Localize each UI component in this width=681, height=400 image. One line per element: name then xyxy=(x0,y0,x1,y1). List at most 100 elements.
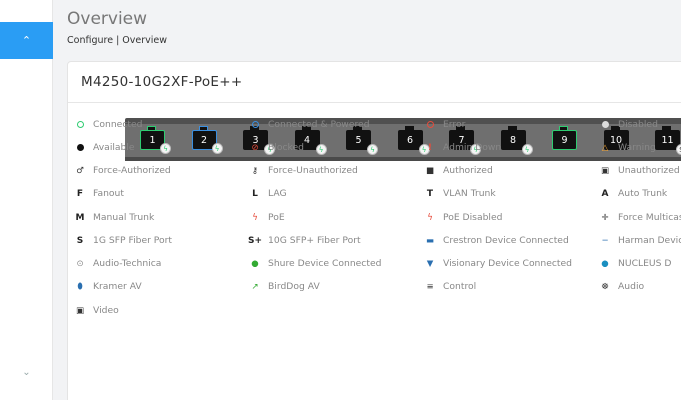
letter-s-icon: S xyxy=(76,235,84,246)
port-2[interactable]: 2ϟ xyxy=(191,126,223,154)
port-5[interactable]: 5ϟ xyxy=(346,126,378,155)
legend-item: L LAG xyxy=(250,188,287,199)
key-icon: ♂ xyxy=(76,165,84,176)
port-label: 1 xyxy=(149,134,156,146)
disabled-dot-icon xyxy=(600,120,610,130)
letter-t-icon: T xyxy=(426,188,434,199)
legend-item: ϟ PoE Disabled xyxy=(425,212,502,223)
sidebar-active-item[interactable]: ⌃ xyxy=(0,22,53,59)
sidebar: ⌃ ⌄ xyxy=(0,0,53,400)
legend-label: Authorized xyxy=(443,165,493,176)
legend-item: T VLAN Trunk xyxy=(425,188,496,199)
port-tab xyxy=(404,126,414,130)
port-label: 11 xyxy=(661,134,674,146)
legend-label: Connected xyxy=(93,119,143,130)
legend-item: ■ Authorized xyxy=(425,165,493,176)
visionary-icon: ▼ xyxy=(426,258,434,269)
poe-bolt-icon: ϟ xyxy=(252,212,258,223)
legend-label: Manual Trunk xyxy=(93,212,155,223)
port-tab xyxy=(147,126,156,130)
video-icon: ▣ xyxy=(75,305,85,316)
sliders-icon: ≡ xyxy=(426,281,434,292)
chevron-up-icon: ⌃ xyxy=(21,34,32,47)
legend-label: Available xyxy=(93,142,135,153)
legend-item: ≡ Control xyxy=(425,281,476,292)
port-tab xyxy=(662,126,671,130)
warning-icon: △ xyxy=(601,142,609,153)
poe-bolt-icon: ϟ xyxy=(315,144,327,155)
faceplate-top-strip xyxy=(125,118,681,124)
ring-green-icon xyxy=(75,120,85,130)
legend-item: ● Shure Device Connected xyxy=(250,258,381,269)
legend-label: Disabled xyxy=(618,119,658,130)
legend-item: S+ 10G SFP+ Fiber Port xyxy=(247,235,361,246)
legend-label: Video xyxy=(93,305,119,316)
port-1[interactable]: 1ϟ xyxy=(140,126,171,154)
legend-label: LAG xyxy=(268,188,287,199)
sidebar-bottom-item[interactable]: ⌄ xyxy=(0,360,53,384)
unlock-icon: ■ xyxy=(425,165,435,176)
legend-label: 10G SFP+ Fiber Port xyxy=(268,235,361,246)
port-6[interactable]: 6ϟ xyxy=(397,126,430,155)
poe-bolt-icon: ϟ xyxy=(367,144,378,155)
kramer-icon: ⬮ xyxy=(77,281,83,292)
legend-label: Kramer AV xyxy=(93,281,142,292)
key-slash-icon: ⚷ xyxy=(251,165,259,176)
legend-item: ! Admin Down xyxy=(425,142,501,153)
legend-label: Visionary Device Connected xyxy=(443,258,572,269)
exclamation-icon: ! xyxy=(428,142,432,153)
legend-item: ▣ Video xyxy=(75,305,119,316)
switch-faceplate: 1ϟ2ϟ3ϟ4ϟ5ϟ6ϟ7ϟ8ϟ91011S xyxy=(125,118,681,161)
poe-bolt-icon: ϟ xyxy=(160,143,171,154)
port-label: 5 xyxy=(355,134,362,146)
filled-dot-icon xyxy=(75,143,85,153)
port-tab xyxy=(507,126,517,130)
legend-label: Blocked xyxy=(268,142,305,153)
legend-item: ⊘ Blocked xyxy=(250,142,304,153)
legend-label: PoE Disabled xyxy=(443,212,503,223)
legend-label: Force-Authorized xyxy=(93,165,171,176)
legend-item: ▬ Crestron Device Connected xyxy=(425,235,569,246)
crestron-icon: ▬ xyxy=(425,235,435,246)
legend-item: A Auto Trunk xyxy=(600,188,668,199)
legend-label: Unauthorized xyxy=(618,165,680,176)
microphone-icon: ☸ xyxy=(601,281,609,292)
legend-item: Disabled xyxy=(600,119,658,130)
legend-item: ☸ Audio xyxy=(600,281,644,292)
legend-item: Error xyxy=(425,119,465,130)
harman-icon: ─ xyxy=(602,235,608,246)
legend-item: ϟ PoE xyxy=(250,212,285,223)
port-8[interactable]: 8ϟ xyxy=(500,126,533,155)
port-tab xyxy=(559,126,568,130)
poe-bolt-icon: ϟ xyxy=(521,144,533,155)
letter-splus-icon: S+ xyxy=(247,235,263,246)
blocked-icon: ⊘ xyxy=(251,142,259,153)
legend-item: ▣ Unauthorized xyxy=(600,165,680,176)
lock-icon: ▣ xyxy=(600,165,610,176)
legend-label: Force Multicast xyxy=(618,212,681,223)
legend-label: Force-Unauthorized xyxy=(268,165,358,176)
legend-label: Harman Device xyxy=(618,235,681,246)
chevron-down-icon: ⌄ xyxy=(22,366,31,378)
main-content: Overview Configure | Overview M4250-10G2… xyxy=(53,0,681,400)
device-card: M4250-10G2XF-PoE++ 1 ϟ 2 ϟ 3 ϟ 4 ϟ 5 ϟ 6 ϟ 7 ϟ 8 ϟ 9 10 11… xyxy=(67,61,681,400)
legend-item: ↗ BirdDog AV xyxy=(250,281,319,292)
legend-label: 1G SFP Fiber Port xyxy=(93,235,173,246)
legend-label: NUCLEUS D xyxy=(618,258,672,269)
legend-item: ─ Harman Device xyxy=(600,235,681,246)
legend-item: F Fanout xyxy=(75,188,124,199)
port-9[interactable]: 9 xyxy=(552,126,577,150)
sfp-badge: S xyxy=(676,144,681,155)
legend-label: Audio-Technica xyxy=(93,258,162,269)
birddog-icon: ↗ xyxy=(251,281,259,292)
page-title: Overview xyxy=(67,9,148,29)
audio-technica-icon: ⊙ xyxy=(76,258,84,269)
breadcrumb[interactable]: Configure | Overview xyxy=(67,35,167,46)
poe-bolt-icon: ϟ xyxy=(211,143,223,154)
letter-m-icon: M xyxy=(75,212,85,223)
legend-item: ✛ Force Multicast xyxy=(600,212,681,223)
legend-item: Available xyxy=(75,142,135,153)
port-11[interactable]: 11S xyxy=(655,126,681,155)
legend-label: PoE xyxy=(268,212,285,223)
device-model: M4250-10G2XF-PoE++ xyxy=(81,74,243,90)
